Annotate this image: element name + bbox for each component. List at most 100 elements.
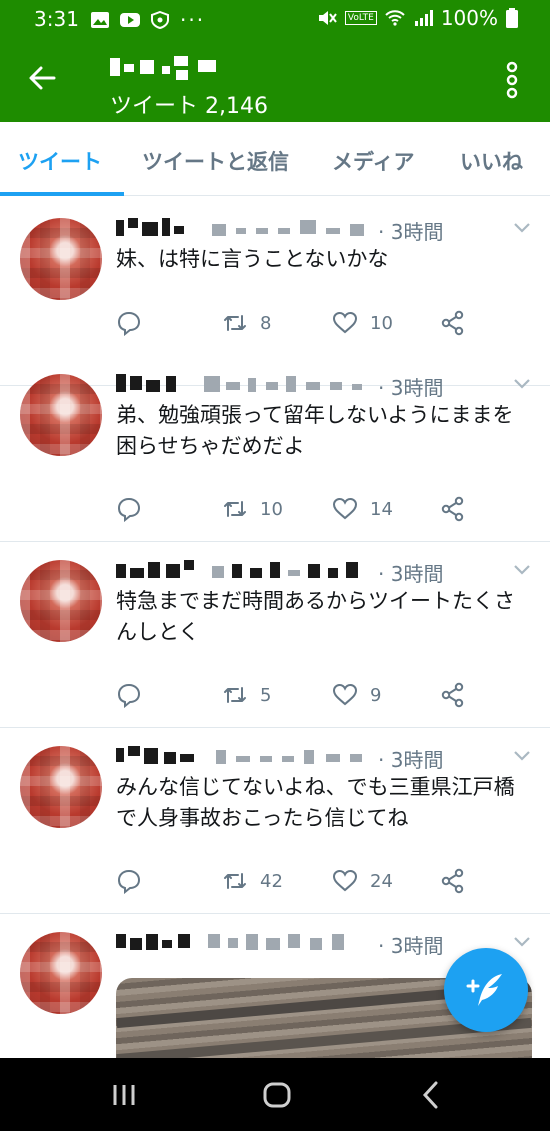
- retweet-button[interactable]: 8: [222, 310, 271, 336]
- tab-tweets-and-replies[interactable]: ツイートと返信: [142, 146, 289, 176]
- tweet-item[interactable]: · 3時間 みんな信じてないよね、でも三重県江戸橋で人身事故おこったら信じてね …: [0, 728, 550, 914]
- battery-percent: 100%: [440, 6, 498, 30]
- profile-app-bar: ツイート 2,146: [0, 38, 550, 122]
- tab-likes[interactable]: いいね: [460, 146, 523, 176]
- tweet-item[interactable]: · 3時間 弟、勉強頑張って留年しないようにままを困らせちゃだめだよ 10 14: [0, 356, 550, 542]
- avatar[interactable]: [20, 560, 102, 642]
- tweet-text: みんな信じてないよね、でも三重県江戸橋で人身事故おこったら信じてね: [116, 775, 515, 830]
- retweet-count: 8: [260, 312, 272, 334]
- share-icon: [441, 310, 464, 336]
- tweet-feed[interactable]: · 3時間 妹、は特に言うことないかな 8 10 · 3時間 弟、勉強頑張って留…: [0, 200, 550, 1058]
- avatar[interactable]: [20, 746, 102, 828]
- battery-icon: [506, 8, 518, 28]
- retweet-icon: [224, 687, 246, 703]
- tweet-actions: 10 14: [116, 496, 476, 526]
- chevron-down-icon[interactable]: [512, 562, 532, 578]
- reply-button[interactable]: [116, 496, 142, 522]
- reply-button[interactable]: [116, 682, 142, 708]
- retweet-button[interactable]: 5: [222, 682, 271, 708]
- like-button[interactable]: 10: [332, 310, 393, 336]
- share-button[interactable]: [440, 682, 466, 708]
- author-name-redacted: [116, 744, 376, 770]
- status-time: 3:31: [34, 7, 79, 31]
- like-count: 24: [370, 870, 393, 892]
- like-count: 14: [370, 498, 393, 520]
- author-name-redacted: [116, 930, 376, 956]
- tweet-actions: 42 24: [116, 868, 476, 898]
- system-navigation-bar: [0, 1058, 550, 1131]
- avatar[interactable]: [20, 374, 102, 456]
- tab-tweets[interactable]: ツイート: [18, 146, 102, 176]
- chevron-down-icon[interactable]: [512, 934, 532, 950]
- profile-tabs: ツイート ツイートと返信 メディア いいね: [0, 122, 550, 196]
- reply-icon: [117, 683, 141, 708]
- author-name-redacted: [116, 558, 376, 584]
- retweet-count: 42: [260, 870, 283, 892]
- mute-icon: [318, 11, 337, 25]
- tweet-text: 妹、は特に言うことないかな: [116, 247, 389, 271]
- tweet-actions: 5 9: [116, 682, 476, 712]
- heart-icon: [332, 497, 358, 520]
- heart-icon: [332, 311, 358, 334]
- like-count: 10: [370, 312, 393, 334]
- home-icon[interactable]: [259, 1078, 295, 1112]
- retweet-button[interactable]: 10: [222, 496, 283, 522]
- chevron-down-icon[interactable]: [512, 220, 532, 236]
- avatar[interactable]: [20, 218, 102, 300]
- more-notifications: ···: [180, 8, 206, 32]
- tweet-header: · 3時間: [116, 744, 456, 772]
- like-button[interactable]: 24: [332, 868, 393, 894]
- tab-media[interactable]: メディア: [332, 146, 415, 176]
- retweet-button[interactable]: 42: [222, 868, 283, 894]
- compose-tweet-button[interactable]: [444, 948, 528, 1032]
- retweet-icon: [224, 501, 246, 517]
- like-button[interactable]: 14: [332, 496, 393, 522]
- volte-badge: VoLTE: [344, 11, 377, 25]
- tweet-text: 弟、勉強頑張って留年しないようにままを困らせちゃだめだよ: [116, 403, 514, 458]
- shield-icon: [151, 11, 169, 29]
- reply-icon: [117, 869, 141, 894]
- chevron-down-icon[interactable]: [512, 376, 532, 392]
- tweet-time: · 3時間: [378, 562, 444, 586]
- active-tab-indicator: [0, 192, 124, 196]
- gallery-icon: [91, 12, 109, 28]
- more-vertical-icon[interactable]: [502, 60, 522, 100]
- tweet-item[interactable]: · 3時間 特急までまだ時間あるからツイートたくさんしとく 5 9: [0, 542, 550, 728]
- reply-button[interactable]: [116, 868, 142, 894]
- retweet-count: 5: [260, 684, 272, 706]
- tweet-text: 特急までまだ時間あるからツイートたくさんしとく: [116, 589, 515, 644]
- like-button[interactable]: 9: [332, 682, 381, 708]
- chevron-down-icon[interactable]: [512, 748, 532, 764]
- share-icon: [441, 496, 464, 522]
- share-button[interactable]: [440, 310, 466, 336]
- avatar[interactable]: [20, 932, 102, 1014]
- notification-icons: ···: [90, 8, 205, 32]
- retweet-icon: [224, 315, 246, 331]
- wifi-icon: [385, 10, 405, 26]
- share-button[interactable]: [440, 868, 466, 894]
- heart-icon: [332, 683, 358, 706]
- share-icon: [441, 868, 464, 894]
- author-name-redacted: [116, 216, 376, 242]
- system-icons: VoLTE 100%: [317, 6, 518, 30]
- arrow-left-icon[interactable]: [26, 62, 58, 94]
- recent-apps-icon[interactable]: [106, 1078, 142, 1112]
- profile-tweet-count: ツイート 2,146: [110, 94, 268, 119]
- reply-button[interactable]: [116, 310, 142, 336]
- like-count: 9: [370, 684, 382, 706]
- heart-icon: [332, 869, 358, 892]
- compose-tweet-icon: [466, 974, 502, 1006]
- tweet-header: · 3時間: [116, 372, 456, 400]
- share-button[interactable]: [440, 496, 466, 522]
- reply-icon: [117, 311, 141, 336]
- tweet-time: · 3時間: [378, 376, 444, 400]
- tweet-time: · 3時間: [378, 220, 444, 244]
- tweet-time: · 3時間: [378, 934, 444, 958]
- tweet-actions: 8 10: [116, 310, 476, 340]
- youtube-icon: [120, 13, 140, 27]
- retweet-icon: [224, 873, 246, 889]
- back-nav-icon[interactable]: [414, 1078, 450, 1112]
- tweet-header: · 3時間: [116, 930, 456, 958]
- profile-name-redacted: [110, 56, 230, 80]
- tweet-header: · 3時間: [116, 558, 456, 586]
